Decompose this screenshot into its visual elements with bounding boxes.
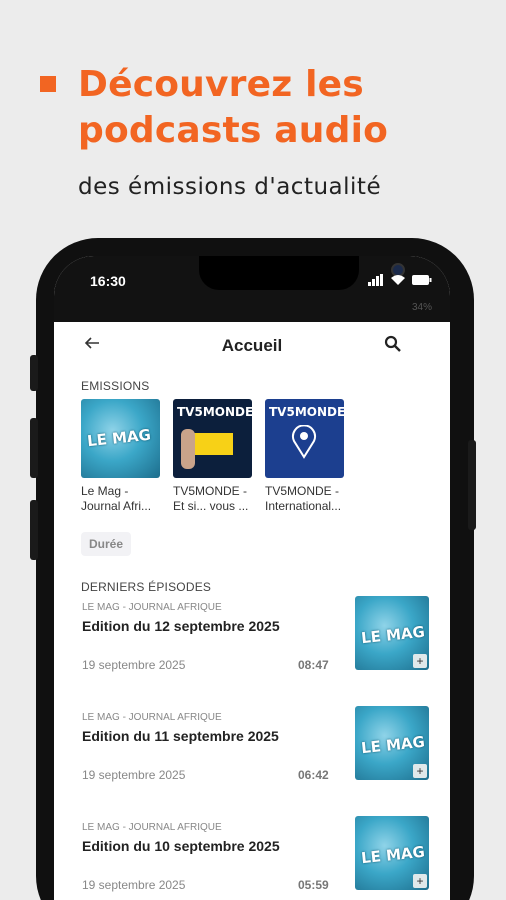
episodes-section-label: DERNIERS ÉPISODES [81,580,212,594]
episode-title: Edition du 12 septembre 2025 [82,618,280,634]
wifi-icon [391,275,405,285]
emission-thumbnail: LE MAG [81,399,160,478]
episode-date: 19 septembre 2025 [82,658,186,672]
thumbnail-title: LE MAG [86,425,152,451]
promo-header: Découvrez les podcasts audio des émissio… [0,0,506,230]
emissions-section-label: EMISSIONS [81,379,150,393]
emission-card[interactable]: TV5MONDE TV5MONDE - Et si... vous ... [173,399,252,514]
promo-subline: des émissions d'actualité [78,174,382,200]
emissions-list: LE MAG Le Mag - Journal Afri... TV5MONDE… [81,399,344,514]
emission-name-line-1: TV5MONDE - [173,484,248,498]
volume-up-button [30,418,38,478]
episode-show-name: LE MAG - JOURNAL AFRIQUE [82,602,222,613]
orange-bullet [40,76,56,92]
emission-thumbnail: TV5MONDE [173,399,252,478]
episode-date: 19 septembre 2025 [82,878,186,892]
episode-title: Edition du 10 septembre 2025 [82,838,280,854]
episode-row[interactable]: LE MAG - JOURNAL AFRIQUE Edition du 12 s… [54,596,450,712]
add-icon[interactable]: + [413,764,427,778]
location-pin-icon [292,425,316,459]
signal-icon [368,274,383,286]
app-bar: Accueil [54,322,450,378]
episode-thumbnail: LE MAG + [355,816,429,890]
notch [199,256,405,290]
emission-name: Le Mag - Journal Afri... [81,484,160,514]
status-time: 16:30 [90,273,126,289]
phone-side-button [30,355,38,391]
search-icon [384,335,401,352]
emission-card[interactable]: LE MAG Le Mag - Journal Afri... [81,399,160,514]
duration-filter-chip[interactable]: Durée [81,532,132,556]
headline-line-2: podcasts audio [78,110,389,151]
status-bar: 16:30 34% [54,256,450,322]
system-icons [368,274,432,286]
episode-show-name: LE MAG - JOURNAL AFRIQUE [82,822,222,833]
add-icon[interactable]: + [413,874,427,888]
emission-name: TV5MONDE - International... [265,484,344,514]
episode-thumbnail: LE MAG + [355,596,429,670]
episode-title: Edition du 11 septembre 2025 [82,728,279,744]
thumbnail-title: LE MAG [360,842,426,868]
thumbnail-title: LE MAG [360,622,426,648]
emission-thumbnail: TV5MONDE [265,399,344,478]
episode-duration: 05:59 [298,878,329,892]
presenter-figure [181,429,195,469]
search-button[interactable] [384,335,406,357]
episode-duration: 08:47 [298,658,329,672]
volume-down-button [30,500,38,560]
battery-percent: 34% [411,302,432,313]
emission-name-line-2: International... [265,499,342,513]
thumbnail-title: LE MAG [360,732,426,758]
episode-row[interactable]: LE MAG - JOURNAL AFRIQUE Edition du 11 s… [54,706,450,822]
emission-name-line-2: Et si... vous ... [173,499,249,513]
thumbnail-title: TV5MONDE [269,405,344,419]
etsi-banner [189,433,233,455]
app-screen: 16:30 34% Accueil EMISSIONS LE MAG Le Ma… [54,256,450,900]
emission-name-line-2: Journal Afri... [81,499,152,513]
episode-row[interactable]: LE MAG - JOURNAL AFRIQUE Edition du 10 s… [54,816,450,900]
episode-duration: 06:42 [298,768,329,782]
promo-headline: Découvrez les podcasts audio [78,62,388,154]
emission-name-line-1: Le Mag - [81,484,129,498]
emission-card[interactable]: TV5MONDE TV5MONDE - International... [265,399,344,514]
episode-date: 19 septembre 2025 [82,768,186,782]
emission-name: TV5MONDE - Et si... vous ... [173,484,252,514]
thumbnail-title: TV5MONDE [177,405,252,419]
episode-thumbnail: LE MAG + [355,706,429,780]
power-button [468,440,476,530]
emission-name-line-1: TV5MONDE - [265,484,340,498]
headline-line-1: Découvrez les [78,64,364,105]
add-icon[interactable]: + [413,654,427,668]
episode-show-name: LE MAG - JOURNAL AFRIQUE [82,712,222,723]
battery-icon [412,275,432,285]
